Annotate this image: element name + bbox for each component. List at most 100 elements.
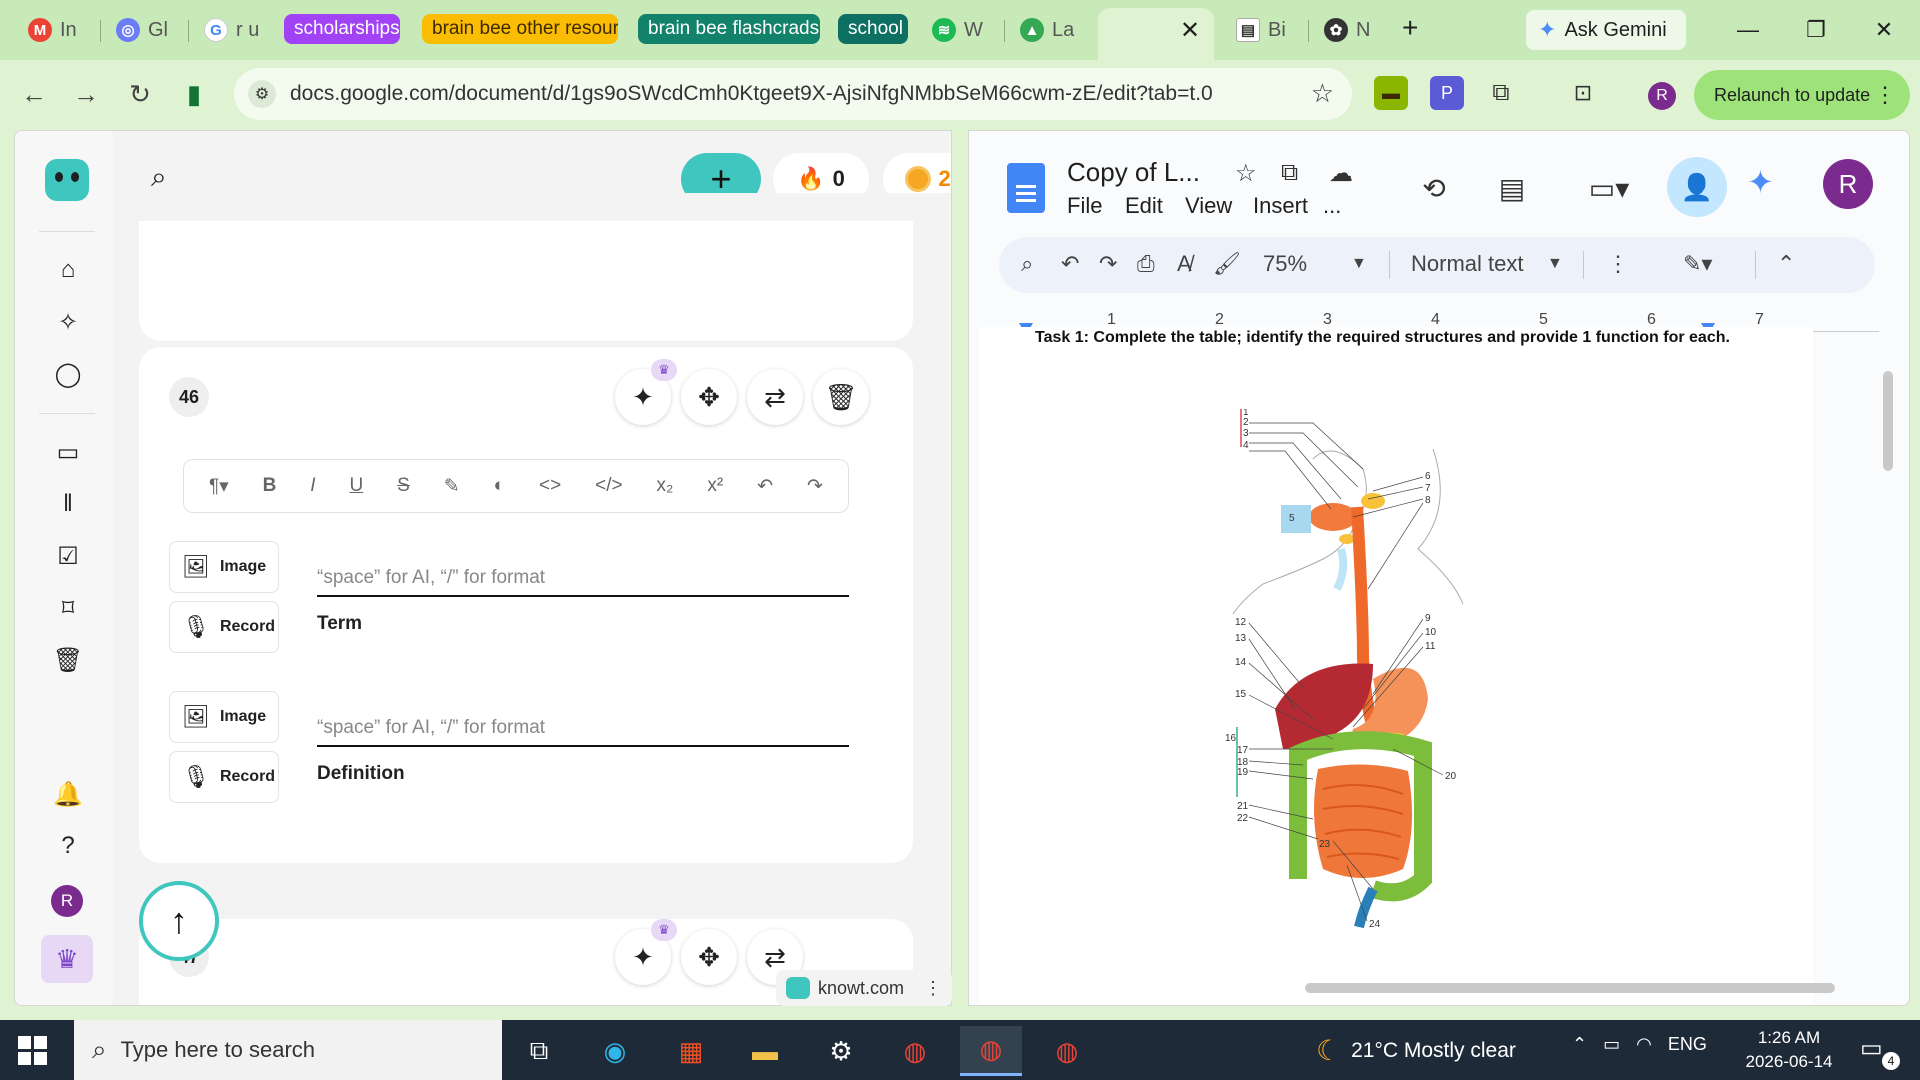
extension-p-icon[interactable]: P xyxy=(1430,76,1464,110)
menu-edit[interactable]: Edit xyxy=(1125,193,1163,219)
gemini-icon[interactable]: ✦ xyxy=(1747,163,1774,201)
tab-page[interactable]: ▤ Bi xyxy=(1224,10,1298,50)
store-icon[interactable]: ▦ xyxy=(660,1026,722,1076)
tab-group-brain-bee-flashcards[interactable]: brain bee flashcrads xyxy=(638,14,820,44)
chrome-profile-3-icon[interactable]: ◍ xyxy=(1036,1026,1098,1076)
term-record-button[interactable]: 🎙 Record xyxy=(169,601,279,653)
chrome-profile-1-icon[interactable]: ◍ xyxy=(884,1026,946,1076)
star-icon[interactable]: ☆ xyxy=(1235,159,1257,188)
italic-icon[interactable]: I xyxy=(310,475,315,497)
tab-search-icon[interactable]: ⊡ xyxy=(1566,76,1600,110)
docs-horizontal-scrollbar[interactable] xyxy=(1305,983,1835,993)
move-folder-icon[interactable]: ⧉ xyxy=(1281,159,1298,187)
code-icon[interactable]: <> xyxy=(539,475,561,497)
menu-more[interactable]: ... xyxy=(1323,193,1341,219)
chat-icon[interactable]: ◯ xyxy=(53,359,83,389)
hide-menus-icon[interactable]: ⌃ xyxy=(1777,251,1795,277)
ask-gemini-button[interactable]: ✦ Ask Gemini xyxy=(1526,10,1686,50)
url-text[interactable]: docs.google.com/document/d/1gs9oSWcdCmh0… xyxy=(290,82,1213,106)
redo-icon[interactable]: ↷ xyxy=(1099,251,1117,277)
zoom-select[interactable]: 75% xyxy=(1263,251,1307,277)
undo-icon[interactable]: ↶ xyxy=(1061,251,1079,277)
extensions-puzzle-icon[interactable]: ⧉ xyxy=(1484,76,1518,110)
definition-record-button[interactable]: 🎙 Record xyxy=(169,751,279,803)
tab-drive[interactable]: ▲ La xyxy=(1008,10,1086,50)
task-view-icon[interactable]: ⧉ xyxy=(508,1026,570,1076)
sparkle-icon[interactable]: ✧ xyxy=(53,307,83,337)
code-block-icon[interactable]: </> xyxy=(595,475,622,497)
superscript-icon[interactable]: x² xyxy=(707,475,723,497)
swap-button[interactable]: ⇄ xyxy=(747,369,803,425)
definition-image-button[interactable]: 🖼 Image xyxy=(169,691,279,743)
file-explorer-icon[interactable]: ▬ xyxy=(734,1026,796,1076)
windows-start-icon[interactable] xyxy=(18,1036,48,1066)
extension-icon[interactable]: ▬ xyxy=(1374,76,1408,110)
paint-format-icon[interactable]: 🖌 xyxy=(1213,251,1241,277)
knowt-site-tag[interactable]: knowt.com ⋮ xyxy=(776,970,952,1006)
document-title[interactable]: Copy of L... xyxy=(1067,157,1200,188)
edge-icon[interactable]: ◉ xyxy=(584,1026,646,1076)
menu-insert[interactable]: Insert xyxy=(1253,193,1308,219)
help-icon[interactable]: ? xyxy=(53,831,83,861)
move-button[interactable]: ✥ xyxy=(681,369,737,425)
chevron-up-icon[interactable]: ⌃ xyxy=(1572,1034,1587,1055)
checklist-icon[interactable]: ☑ xyxy=(53,541,83,571)
relaunch-button[interactable]: Relaunch to update ⋮ xyxy=(1694,70,1910,120)
highlighter-icon[interactable]: ✎ xyxy=(444,475,460,498)
ai-sparkle-button[interactable]: ✦ ♛ xyxy=(615,359,677,425)
weather-widget[interactable]: ☾ 21°C Mostly clear xyxy=(1316,1034,1516,1067)
notifications-icon[interactable]: ▭ 4 xyxy=(1860,1034,1900,1070)
forward-icon[interactable]: → xyxy=(66,74,106,114)
presentation-icon[interactable]: ▭ xyxy=(53,437,83,467)
tab-gmail[interactable]: M In xyxy=(16,10,89,50)
close-active-tab-icon[interactable]: ✕ xyxy=(1180,16,1200,45)
library-icon[interactable]: ‖ xyxy=(53,489,83,519)
bold-icon[interactable]: B xyxy=(263,475,277,497)
language-indicator[interactable]: ENG xyxy=(1668,1034,1707,1055)
taskbar-search[interactable]: ⌕ Type here to search xyxy=(74,1020,502,1080)
menu-view[interactable]: View xyxy=(1185,193,1232,219)
back-icon[interactable]: ← xyxy=(14,74,54,114)
scroll-top-button[interactable]: ↑ xyxy=(139,881,219,961)
docs-logo[interactable] xyxy=(1007,163,1045,213)
bookmark-icon[interactable]: ⌑ xyxy=(53,593,83,623)
cloud-saved-icon[interactable]: ☁ xyxy=(1329,159,1353,188)
bell-icon[interactable]: 🔔 xyxy=(53,779,83,809)
more-options-icon[interactable]: ⋮ xyxy=(1607,251,1629,277)
share-button[interactable]: 👤 xyxy=(1667,157,1727,217)
term-input[interactable]: “space” for AI, “/” for format xyxy=(317,561,849,597)
definition-input[interactable]: “space” for AI, “/” for format xyxy=(317,711,849,747)
print-icon[interactable]: ⎙ xyxy=(1137,251,1155,277)
menu-file[interactable]: File xyxy=(1067,193,1102,219)
more-vert-icon[interactable]: ⋮ xyxy=(924,978,942,999)
style-select[interactable]: Normal text xyxy=(1411,251,1523,277)
chrome-profile-2-icon[interactable]: ◍ xyxy=(960,1026,1022,1076)
underline-icon[interactable]: U xyxy=(349,475,363,497)
history-icon[interactable]: ⟲ xyxy=(1409,163,1459,213)
spellcheck-icon[interactable]: A̸ xyxy=(1177,251,1192,277)
redo-icon[interactable]: ↷ xyxy=(807,475,823,498)
tab-globe[interactable]: ◎ Gl xyxy=(104,10,180,50)
address-bar[interactable]: ⚙ docs.google.com/document/d/1gs9oSWcdCm… xyxy=(234,68,1352,120)
search-icon[interactable]: ⌕ xyxy=(151,161,167,194)
move-button[interactable]: ✥ xyxy=(681,929,737,985)
trash-icon[interactable]: 🗑 xyxy=(53,645,83,675)
ai-sparkle-button[interactable]: ✦ ♛ xyxy=(615,919,677,985)
document-page[interactable]: Task 1: Complete the table; identify the… xyxy=(979,327,1813,1005)
clock[interactable]: 1:26 AM 2026-06-14 xyxy=(1734,1026,1844,1074)
palette-icon[interactable]: ◐ xyxy=(494,475,505,497)
undo-icon[interactable]: ↶ xyxy=(757,475,773,498)
site-info-icon[interactable]: ⚙ xyxy=(248,80,276,108)
knowt-logo[interactable] xyxy=(45,159,89,201)
tab-google[interactable]: G r u xyxy=(192,10,271,50)
tab-openai[interactable]: ✿ N xyxy=(1312,10,1382,50)
more-vert-icon[interactable]: ⋮ xyxy=(1874,82,1896,108)
delete-button[interactable]: 🗑 xyxy=(813,369,869,425)
tab-group-brain-bee-resources[interactable]: brain bee other resour xyxy=(422,14,618,44)
search-menus-icon[interactable]: ⌕ xyxy=(1021,251,1033,277)
docs-avatar[interactable]: R xyxy=(1823,159,1873,209)
tab-group-scholarships[interactable]: scholarships xyxy=(284,14,400,44)
term-image-button[interactable]: 🖼 Image xyxy=(169,541,279,593)
reload-icon[interactable]: ↻ xyxy=(120,74,160,114)
subscript-icon[interactable]: x₂ xyxy=(657,475,674,497)
